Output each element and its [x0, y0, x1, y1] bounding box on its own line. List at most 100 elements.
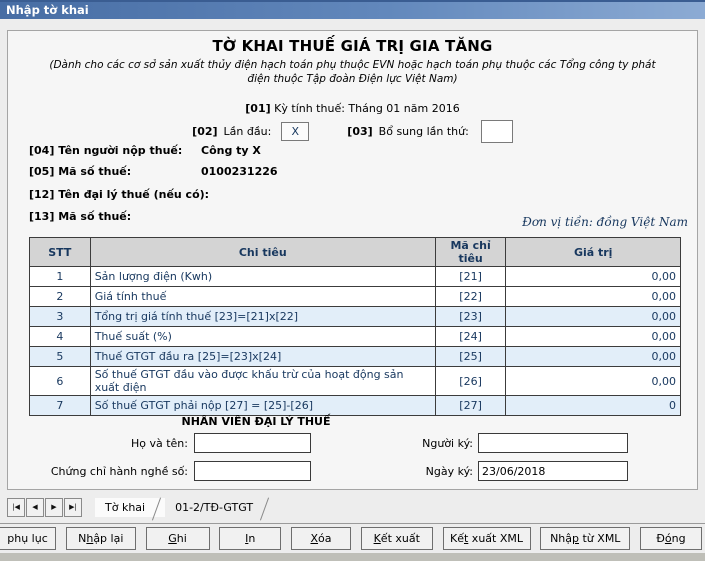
header-code: Mã chỉ tiêu [434, 237, 507, 267]
supplement-input[interactable] [480, 120, 513, 143]
cell-code: [27] [434, 395, 507, 416]
toolbar: phụ lục Nhập lại Ghi In Xóa Kết xuất Kết… [0, 523, 705, 553]
button-label-post: ết xuất [380, 532, 420, 545]
toolbar-button[interactable]: Kết xuất XML [442, 527, 531, 550]
button-label-post: xuất XML [468, 532, 523, 545]
agent-tax-id-label-text: Mã số thuế: [58, 210, 132, 223]
period-value: Tháng 01 năm 2016 [348, 102, 460, 115]
cell-stt: 5 [29, 346, 91, 367]
last-sheet-icon[interactable]: ▶| [64, 497, 82, 517]
cell-stt: 6 [29, 366, 91, 396]
sign-date-label: Ngày ký: [425, 465, 473, 478]
header-stt: STT [29, 237, 91, 267]
tab-01-2-td-gtgt[interactable]: 01-2/TĐ-GTGT [165, 498, 273, 517]
toolbar-button[interactable]: Nhập lại [65, 527, 136, 550]
button-label-post: óa [318, 532, 332, 545]
toolbar-button[interactable]: Kết xuất [360, 527, 433, 550]
form-subtitle: (Dành cho các cơ sở sản xuất thủy điện h… [49, 59, 656, 86]
cell-value[interactable]: 0,00 [505, 266, 681, 287]
declaration-form-panel: TỜ KHAI THUẾ GIÁ TRỊ GIA TĂNG (Dành cho … [7, 30, 698, 490]
table-row: 6 Số thuế GTGT đầu vào được khấu trừ của… [29, 366, 681, 396]
signer-input[interactable] [478, 433, 628, 453]
agent-name-code: [12] [29, 188, 55, 201]
taxpayer-value: Công ty X [201, 144, 261, 157]
tax-period-line: [01] Kỳ tính thuế: Tháng 01 năm 2016 [8, 102, 697, 115]
cell-value[interactable]: 0,00 [505, 366, 681, 396]
declaration-type-line: [02] Lần đầu: X [03] Bổ sung lần thứ: [8, 120, 697, 143]
button-label-key: G [168, 532, 177, 545]
button-label-key: ó [664, 532, 672, 545]
cell-code: [23] [434, 306, 507, 327]
agent-name-label: [12] Tên đại lý thuế (nếu có): [29, 188, 209, 201]
table-row: 4 Thuế suất (%) [24] 0,00 [29, 326, 681, 347]
table-row: 7 Số thuế GTGT phải nộp [27] = [25]-[26]… [29, 395, 681, 416]
cell-name: Số thuế GTGT đầu vào được khấu trừ của h… [89, 366, 436, 396]
cell-name: Thuế suất (%) [89, 326, 436, 347]
cell-name: Tổng trị giá tính thuế [23]=[21]x[22] [89, 306, 436, 327]
table-row: 2 Giá tính thuế [22] 0,00 [29, 286, 681, 307]
cell-stt: 1 [29, 266, 91, 287]
button-label-pre: phụ lục [7, 532, 48, 545]
toolbar-button[interactable]: Nhập từ XML [540, 527, 631, 550]
cell-value[interactable]: 0,00 [505, 346, 681, 367]
table-row: 3 Tổng trị giá tính thuế [23]=[21]x[22] … [29, 306, 681, 327]
bottom-strip [0, 553, 705, 561]
toolbar-button[interactable]: Đóng [640, 527, 702, 550]
form-title: TỜ KHAI THUẾ GIÁ TRỊ GIA TĂNG [212, 37, 493, 55]
button-label-post: từ XML [579, 532, 621, 545]
cert-no-label: Chứng chỉ hành nghề số: [50, 465, 188, 478]
cert-no-input[interactable] [194, 461, 311, 481]
table-row: 1 Sản lượng điện (Kwh) [21] 0,00 [29, 266, 681, 287]
cell-code: [26] [434, 366, 507, 396]
window-title: Nhập tờ khai [6, 3, 89, 17]
prev-sheet-icon[interactable]: ◀ [26, 497, 44, 517]
cell-code: [24] [434, 326, 507, 347]
agent-section-title: NHÂN VIÊN ĐẠI LÝ THUẾ [181, 415, 331, 428]
cell-code: [25] [434, 346, 507, 367]
table-row: 5 Thuế GTGT đầu ra [25]=[23]x[24] [25] 0… [29, 346, 681, 367]
first-time-code: [02] [192, 125, 218, 138]
cell-stt: 3 [29, 306, 91, 327]
cell-value[interactable]: 0,00 [505, 286, 681, 307]
toolbar-button[interactable]: Ghi [145, 527, 210, 550]
first-sheet-icon[interactable]: |◀ [7, 497, 25, 517]
button-label-post: n [248, 532, 256, 545]
toolbar-button[interactable]: Xóa [291, 527, 351, 550]
toolbar-button[interactable]: In [219, 527, 282, 550]
cell-stt: 2 [29, 286, 91, 307]
agent-name-label-text: Tên đại lý thuế (nếu có): [58, 188, 210, 201]
toolbar-button[interactable]: phụ lục [0, 527, 56, 550]
tax-id-label-text: Mã số thuế: [58, 165, 132, 178]
full-name-label: Họ và tên: [130, 437, 188, 450]
window-titlebar: Nhập tờ khai [0, 0, 705, 19]
first-time-label: Lần đầu: [223, 125, 272, 138]
sheet-tabstrip: |◀ ◀ ▶ ▶| Tờ khai 01-2/TĐ-GTGT [7, 495, 698, 519]
period-code: [01] [245, 102, 271, 115]
currency-note: Đơn vị tiền: đồng Việt Nam [522, 215, 688, 229]
agent-tax-id-code: [13] [29, 210, 55, 223]
sign-date-input[interactable] [478, 461, 628, 481]
cell-name: Số thuế GTGT phải nộp [27] = [25]-[26] [89, 395, 436, 416]
period-label: Kỳ tính thuế: [274, 102, 345, 115]
header-value: Giá trị [505, 237, 681, 267]
cell-value[interactable]: 0 [505, 395, 681, 416]
cell-name: Giá tính thuế [89, 286, 436, 307]
button-label-post: ập lại [93, 532, 124, 545]
cell-value[interactable]: 0,00 [505, 326, 681, 347]
sheet-tabs: Tờ khai 01-2/TĐ-GTGT [95, 496, 273, 518]
button-label-key: p [572, 532, 579, 545]
first-time-checkbox[interactable]: X [281, 122, 310, 141]
declaration-window: Nhập tờ khai TỜ KHAI THUẾ GIÁ TRỊ GIA TĂ… [0, 0, 705, 561]
button-label-key: X [310, 532, 319, 545]
taxpayer-code: [04] [29, 144, 55, 157]
cell-stt: 4 [29, 326, 91, 347]
next-sheet-icon[interactable]: ▶ [45, 497, 63, 517]
button-label-pre: Kế [450, 532, 464, 545]
agent-tax-id-label: [13] Mã số thuế: [29, 210, 131, 223]
button-label-pre: Nhậ [550, 532, 573, 545]
cell-value[interactable]: 0,00 [505, 306, 681, 327]
tab-to-khai[interactable]: Tờ khai [95, 497, 166, 517]
full-name-input[interactable] [194, 433, 311, 453]
taxpayer-label: [04] Tên người nộp thuế: [29, 144, 182, 157]
button-label-post: hi [176, 532, 187, 545]
